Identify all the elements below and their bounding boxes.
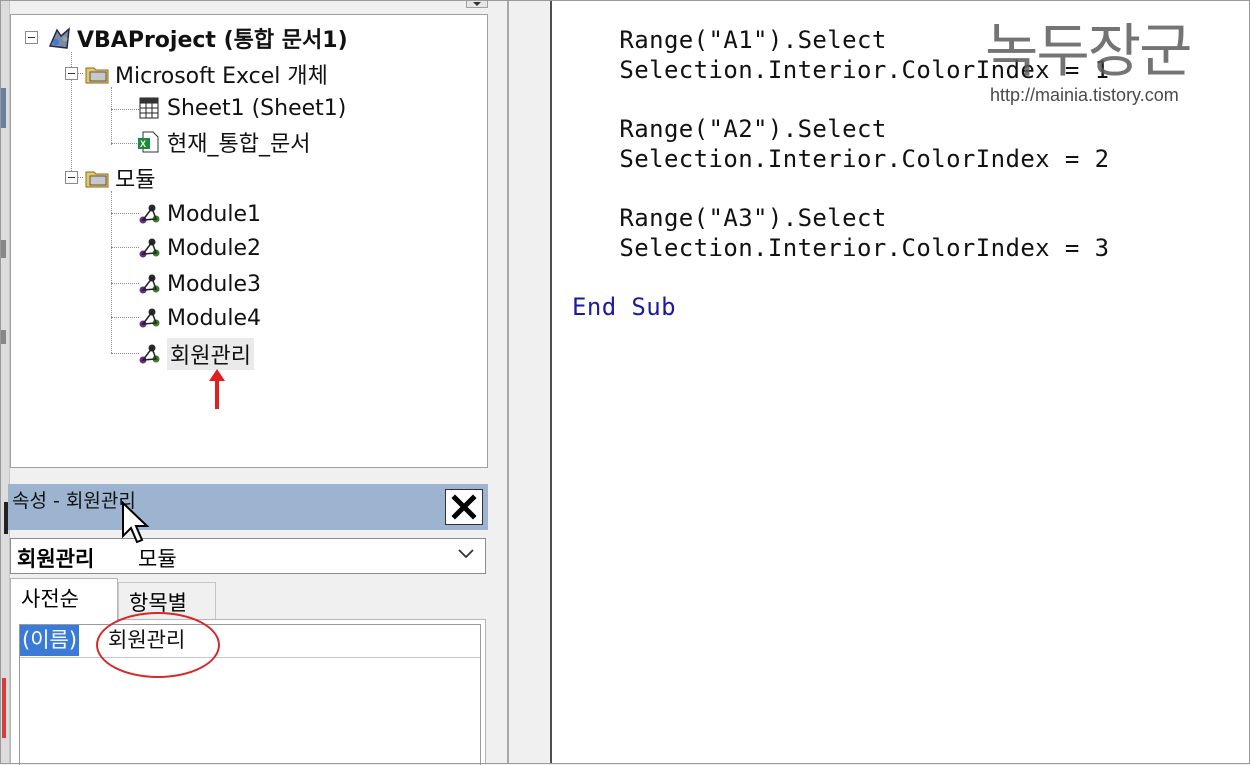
object-selector-dropdown[interactable]: 회원관리 모듈: [10, 538, 486, 574]
tab-alphabetic[interactable]: 사전순: [10, 578, 118, 620]
tree-item-module1[interactable]: Module1: [137, 199, 261, 229]
project-explorer-tree[interactable]: VBAProject (통합 문서1) Microsoft Excel 개체 S…: [10, 14, 488, 468]
properties-title-bar[interactable]: 속성 - 회원관리: [8, 484, 488, 530]
vbaproject-icon: [47, 26, 71, 50]
keyword: Sub: [631, 293, 676, 321]
annotation-circle: [96, 612, 220, 678]
svg-text:X: X: [140, 139, 146, 149]
properties-tabs: 사전순 항목별 (이름) 회원관리: [10, 578, 486, 765]
close-icon: [451, 494, 477, 520]
code-line-end-sub: End Sub: [572, 293, 676, 321]
tree-item-modules-folder[interactable]: 모듈: [85, 163, 155, 193]
scroll-down-button[interactable]: [466, 0, 488, 8]
tree-item-module4[interactable]: Module4: [137, 303, 261, 333]
panel-edge-mark: [2, 678, 6, 738]
splitter-line: [507, 0, 509, 764]
property-row-name[interactable]: (이름) 회원관리: [20, 625, 480, 658]
code-line: Selection.Interior.ColorIndex = 2: [560, 145, 1110, 173]
watermark-url: http://mainia.tistory.com: [990, 85, 1179, 105]
object-name: 회원관리: [17, 547, 95, 571]
folder-icon: [85, 166, 109, 190]
module-icon: [137, 272, 161, 296]
tree-item-excel-objects[interactable]: Microsoft Excel 개체: [85, 59, 328, 89]
edge-marker: [1, 330, 6, 344]
left-panel: VBAProject (통합 문서1) Microsoft Excel 개체 S…: [0, 0, 500, 765]
close-button[interactable]: [445, 489, 483, 525]
code-line: Range("A3").Select: [560, 204, 887, 232]
code-line: Range("A1").Select: [560, 26, 887, 54]
tree-item-label: Module2: [167, 235, 261, 261]
tree-item-label: 현재_통합_문서: [167, 132, 311, 157]
properties-grid: (이름) 회원관리: [10, 619, 486, 765]
tree-item-label: 회원관리: [167, 338, 254, 370]
code-line: Range("A2").Select: [560, 115, 887, 143]
tree-item-label: Module1: [167, 201, 261, 227]
tree-item-label: VBAProject (통합 문서1): [77, 28, 348, 53]
edge-marker: [1, 240, 6, 258]
module-icon: [137, 342, 161, 366]
left-edge-strip: [0, 0, 10, 764]
tree-item-label: Module3: [167, 271, 261, 297]
chevron-down-icon: [458, 549, 474, 559]
watermark-title: 녹두장군: [985, 17, 1192, 85]
tree-item-label: Module4: [167, 305, 261, 331]
module-icon: [137, 306, 161, 330]
module-icon: [137, 236, 161, 260]
keyword: End: [572, 293, 617, 321]
tree-item-sheet1[interactable]: Sheet1 (Sheet1): [137, 93, 346, 123]
tree-item-label: 모듈: [115, 168, 156, 193]
tree-item-member-module[interactable]: 회원관리: [137, 338, 254, 370]
code-editor[interactable]: Range("A1").Select Selection.Interior.Co…: [552, 0, 1249, 764]
tree-item-module3[interactable]: Module3: [137, 269, 261, 299]
folder-icon: [85, 62, 109, 86]
worksheet-icon: [137, 96, 161, 120]
edge-marker: [1, 88, 6, 128]
tree-item-workbook[interactable]: X 현재_통합_문서: [137, 127, 310, 157]
tree-item-label: Sheet1 (Sheet1): [167, 95, 347, 121]
mouse-cursor-icon: [122, 500, 150, 544]
properties-title: 속성 - 회원관리: [12, 490, 136, 512]
module-icon: [137, 202, 161, 226]
tree-item-vbaproject[interactable]: VBAProject (통합 문서1): [47, 23, 348, 53]
tree-item-label: Microsoft Excel 개체: [115, 64, 328, 89]
workbook-icon: X: [137, 130, 161, 154]
tree-item-module2[interactable]: Module2: [137, 233, 261, 263]
collapse-toggle[interactable]: [25, 31, 38, 44]
collapse-toggle[interactable]: [65, 67, 78, 80]
collapse-toggle[interactable]: [65, 171, 78, 184]
code-line: Selection.Interior.ColorIndex = 3: [560, 234, 1110, 262]
annotation-arrow-icon: [209, 369, 225, 409]
property-key: (이름): [20, 625, 80, 656]
